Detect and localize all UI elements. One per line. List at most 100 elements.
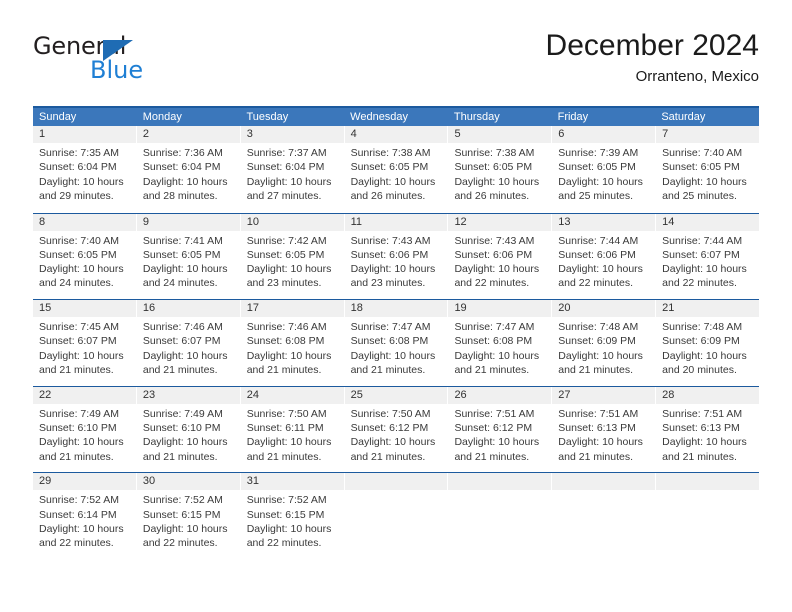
calendar-day-cell[interactable]: 31 Sunrise: 7:52 AM Sunset: 6:15 PM Dayligh… <box>240 473 345 559</box>
day-number: 5 <box>448 126 552 143</box>
calendar-day-cell[interactable]: 27 Sunrise: 7:51 AM Sunset: 6:13 PM Dayligh… <box>552 386 657 473</box>
daylight-text-line2: and 26 minutes. <box>350 189 426 202</box>
daylight-text-line2: and 21 minutes. <box>454 450 530 463</box>
calendar-day-cell[interactable]: 12 Sunrise: 7:43 AM Sunset: 6:06 PM Dayligh… <box>448 213 553 300</box>
sunrise-text: Sunrise: 7:38 AM <box>454 147 535 159</box>
daylight-text-line1: Daylight: 10 hours <box>558 349 643 362</box>
daylight-text-line2: and 21 minutes. <box>350 364 426 377</box>
page-subtitle: Orranteno, Mexico <box>635 68 759 85</box>
daylight-text-line1: Daylight: 10 hours <box>454 436 540 449</box>
day-sun-info: Sunrise: 7:43 AM Sunset: 6:06 PM Daylight:… <box>448 231 551 291</box>
day-sun-info: Sunrise: 7:50 AM Sunset: 6:12 PM Daylight:… <box>345 404 448 464</box>
day-sun-info: Sunrise: 7:47 AM Sunset: 6:08 PM Daylight:… <box>448 317 551 377</box>
daylight-text-line2: and 24 minutes. <box>142 277 218 290</box>
daylight-text-line1: Daylight: 10 hours <box>246 349 332 362</box>
general-blue-logo[interactable]: General Blue <box>33 32 233 88</box>
calendar-day-cell[interactable]: 30 Sunrise: 7:52 AM Sunset: 6:15 PM Dayligh… <box>136 473 241 559</box>
daylight-text-line2: and 21 minutes. <box>39 450 114 463</box>
weekday-header-friday: Friday <box>557 111 589 123</box>
calendar-week-row: 1 Sunrise: 7:35 AM Sunset: 6:04 PM Daylight… <box>33 126 760 213</box>
sunset-text: Sunset: 6:13 PM <box>662 422 740 435</box>
calendar-day-cell[interactable]: 9 Sunrise: 7:41 AM Sunset: 6:05 PM Daylight… <box>136 213 241 300</box>
day-number: 19 <box>448 300 552 318</box>
day-sun-info <box>345 490 448 493</box>
calendar-day-cell[interactable]: 22 Sunrise: 7:49 AM Sunset: 6:10 PM Dayligh… <box>33 386 137 473</box>
daylight-text-line1: Daylight: 10 hours <box>350 436 436 449</box>
calendar-weeks: 1 Sunrise: 7:35 AM Sunset: 6:04 PM Daylight… <box>33 126 760 559</box>
page-header: General Blue December 2024 Orranteno, Me… <box>33 28 759 98</box>
calendar-day-cell[interactable]: 2 Sunrise: 7:36 AM Sunset: 6:04 PM Daylight… <box>136 126 241 213</box>
sunset-text: Sunset: 6:09 PM <box>662 335 740 348</box>
calendar-day-cell[interactable]: 6 Sunrise: 7:39 AM Sunset: 6:05 PM Daylight… <box>552 126 657 213</box>
sunset-text: Sunset: 6:14 PM <box>39 508 117 521</box>
day-sun-info: Sunrise: 7:38 AM Sunset: 6:05 PM Daylight:… <box>345 143 448 203</box>
sunrise-text: Sunrise: 7:52 AM <box>39 494 119 507</box>
daylight-text-line1: Daylight: 10 hours <box>246 522 332 535</box>
sunset-text: Sunset: 6:05 PM <box>454 161 533 174</box>
calendar-day-cell[interactable]: 11 Sunrise: 7:43 AM Sunset: 6:06 PM Dayligh… <box>344 213 449 300</box>
calendar-cell-empty <box>448 473 553 559</box>
day-number: 31 <box>240 473 344 491</box>
weekday-header-wednesday: Wednesday <box>350 111 409 123</box>
sunrise-text: Sunrise: 7:47 AM <box>454 321 535 334</box>
daylight-text-line1: Daylight: 10 hours <box>39 436 124 449</box>
calendar-day-cell[interactable]: 23 Sunrise: 7:49 AM Sunset: 6:10 PM Dayligh… <box>136 386 241 473</box>
day-sun-info: Sunrise: 7:52 AM Sunset: 6:14 PM Daylight:… <box>33 490 136 550</box>
calendar-day-cell[interactable]: 25 Sunrise: 7:50 AM Sunset: 6:12 PM Dayligh… <box>344 386 449 473</box>
daylight-text-line2: and 22 minutes. <box>662 277 737 290</box>
calendar-day-cell[interactable]: 26 Sunrise: 7:51 AM Sunset: 6:12 PM Dayligh… <box>448 386 553 473</box>
daylight-text-line2: and 28 minutes. <box>142 189 218 202</box>
calendar-day-cell[interactable]: 7 Sunrise: 7:40 AM Sunset: 6:05 PM Daylight… <box>656 126 760 213</box>
daylight-text-line2: and 22 minutes. <box>142 537 218 550</box>
calendar-day-cell[interactable]: 14 Sunrise: 7:44 AM Sunset: 6:07 PM Dayligh… <box>656 213 760 300</box>
calendar-day-cell[interactable]: 15 Sunrise: 7:45 AM Sunset: 6:07 PM Dayligh… <box>33 300 137 386</box>
calendar-day-cell[interactable]: 21 Sunrise: 7:48 AM Sunset: 6:09 PM Dayligh… <box>656 300 760 386</box>
daylight-text-line1: Daylight: 10 hours <box>142 522 228 535</box>
sunset-text: Sunset: 6:04 PM <box>142 161 221 174</box>
day-sun-info: Sunrise: 7:49 AM Sunset: 6:10 PM Daylight:… <box>33 404 136 464</box>
calendar-day-cell[interactable]: 18 Sunrise: 7:47 AM Sunset: 6:08 PM Dayligh… <box>344 300 449 386</box>
day-number: 17 <box>240 300 344 318</box>
calendar-day-cell[interactable]: 29 Sunrise: 7:52 AM Sunset: 6:14 PM Dayligh… <box>33 473 137 559</box>
day-number: 13 <box>552 213 656 231</box>
calendar-week-row: 15 Sunrise: 7:45 AM Sunset: 6:07 PM Dayligh… <box>33 299 760 386</box>
sunrise-text: Sunrise: 7:42 AM <box>246 234 327 247</box>
calendar-day-cell[interactable]: 4 Sunrise: 7:38 AM Sunset: 6:05 PM Daylight… <box>344 126 449 213</box>
daylight-text-line2: and 23 minutes. <box>246 277 322 290</box>
day-number: 18 <box>344 300 448 318</box>
day-sun-info: Sunrise: 7:40 AM Sunset: 6:05 PM Daylight:… <box>656 143 759 203</box>
calendar-day-cell[interactable]: 8 Sunrise: 7:40 AM Sunset: 6:05 PM Daylight… <box>33 213 137 300</box>
title-block: December 2024 Orranteno, Mexico <box>546 28 759 88</box>
calendar-day-cell[interactable]: 16 Sunrise: 7:46 AM Sunset: 6:07 PM Dayligh… <box>136 300 241 386</box>
daylight-text-line2: and 21 minutes. <box>39 364 114 377</box>
sunrise-text: Sunrise: 7:37 AM <box>246 147 327 159</box>
sunrise-text: Sunrise: 7:46 AM <box>142 321 223 334</box>
day-number: 27 <box>552 386 656 404</box>
daylight-text-line1: Daylight: 10 hours <box>350 349 436 362</box>
calendar-day-cell[interactable]: 28 Sunrise: 7:51 AM Sunset: 6:13 PM Dayligh… <box>656 386 760 473</box>
calendar-day-cell[interactable]: 13 Sunrise: 7:44 AM Sunset: 6:06 PM Dayligh… <box>552 213 657 300</box>
calendar-day-cell[interactable]: 17 Sunrise: 7:46 AM Sunset: 6:08 PM Dayligh… <box>240 300 345 386</box>
sunrise-text: Sunrise: 7:49 AM <box>39 407 119 420</box>
sunset-text: Sunset: 6:07 PM <box>142 335 221 348</box>
day-number: 30 <box>136 473 240 491</box>
calendar-day-cell[interactable]: 1 Sunrise: 7:35 AM Sunset: 6:04 PM Daylight… <box>33 126 137 213</box>
daylight-text-line2: and 21 minutes. <box>454 364 530 377</box>
day-number <box>448 473 552 491</box>
day-sun-info <box>656 490 759 493</box>
calendar-day-cell[interactable]: 24 Sunrise: 7:50 AM Sunset: 6:11 PM Dayligh… <box>240 386 345 473</box>
day-number: 16 <box>136 300 240 318</box>
calendar-page: General Blue December 2024 Orranteno, Me… <box>0 0 792 612</box>
calendar-day-cell[interactable]: 20 Sunrise: 7:48 AM Sunset: 6:09 PM Dayligh… <box>552 300 657 386</box>
day-number: 7 <box>656 126 760 143</box>
calendar-day-cell[interactable]: 19 Sunrise: 7:47 AM Sunset: 6:08 PM Dayligh… <box>448 300 553 386</box>
page-title: December 2024 <box>545 29 759 62</box>
day-number: 11 <box>344 213 448 231</box>
daylight-text-line1: Daylight: 10 hours <box>454 263 540 276</box>
day-number: 9 <box>136 213 240 231</box>
daylight-text-line2: and 27 minutes. <box>246 189 322 202</box>
calendar-day-cell[interactable]: 3 Sunrise: 7:37 AM Sunset: 6:04 PM Daylight… <box>240 126 345 213</box>
day-number: 15 <box>33 300 136 318</box>
calendar-day-cell[interactable]: 10 Sunrise: 7:42 AM Sunset: 6:05 PM Dayligh… <box>240 213 345 300</box>
calendar-day-cell[interactable]: 5 Sunrise: 7:38 AM Sunset: 6:05 PM Daylight… <box>448 126 553 213</box>
